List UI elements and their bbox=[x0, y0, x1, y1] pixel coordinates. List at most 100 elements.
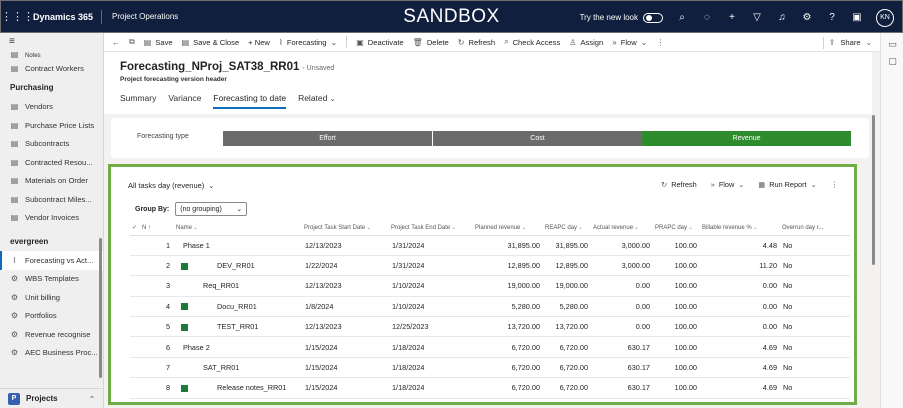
column-header-start[interactable]: Project Task Start Date⌄ bbox=[302, 221, 389, 236]
form-scrollbar[interactable] bbox=[872, 115, 875, 265]
sidebar-purchasing-item-6[interactable]: ▤ Vendor Invoices bbox=[0, 209, 103, 228]
task-name-cell[interactable]: Docu_RR01 bbox=[174, 296, 302, 318]
task-name-cell[interactable]: Req_RR01 bbox=[174, 275, 302, 297]
new-button[interactable]: + New bbox=[248, 38, 270, 47]
select-all-checkbox[interactable]: ✓ bbox=[130, 221, 140, 236]
row-checkbox[interactable] bbox=[130, 316, 140, 338]
row-checkbox[interactable] bbox=[130, 377, 140, 399]
refresh-button[interactable]: ↻ Refresh bbox=[458, 38, 495, 47]
save-close-button[interactable]: ▤ Save & Close bbox=[182, 38, 240, 47]
sidebar-top-item-0[interactable]: ▤ Notes bbox=[0, 51, 103, 59]
tab-forecasting-to-date[interactable]: Forecasting to date bbox=[213, 93, 287, 109]
open-new-window-button[interactable]: ⧉ bbox=[129, 37, 135, 47]
column-header-end[interactable]: Project Task End Date⌄ bbox=[389, 221, 473, 236]
area-switcher[interactable]: P Projects ⌃ bbox=[0, 388, 103, 408]
group-by-select[interactable]: (no grouping) ⌄ bbox=[175, 202, 248, 216]
tab-variance[interactable]: Variance bbox=[168, 93, 201, 109]
task-name-cell[interactable]: Phase 1 bbox=[174, 235, 302, 256]
try-new-look-toggle[interactable] bbox=[643, 12, 663, 23]
plus-icon[interactable]: + bbox=[726, 12, 738, 23]
sidebar-purchasing-item-1[interactable]: ▤ Purchase Price Lists bbox=[0, 116, 103, 135]
nav-scrollbar[interactable] bbox=[99, 238, 102, 378]
sidebar-evergreen-item-5[interactable]: ⚙ AEC Business Proc... bbox=[0, 344, 103, 363]
table-row[interactable]: 7 SAT_RR01 1/15/2024 1/18/2024 6,720.00 6,720… bbox=[130, 357, 850, 379]
column-header-reapc[interactable]: REAPC day⌄ bbox=[543, 221, 591, 236]
sidebar-top-item-1[interactable]: ▤ Contract Workers bbox=[0, 59, 103, 78]
table-header-row: ✓ N ↑ Name⌄ Project Task Start Date⌄ Pro… bbox=[130, 221, 850, 236]
flow-button[interactable]: » Flow ⌄ bbox=[612, 38, 647, 47]
sidebar-evergreen-item-0[interactable]: ⌇ Forecasting vs Act... bbox=[0, 251, 103, 270]
gear-icon[interactable]: ⚙ bbox=[801, 12, 813, 23]
forecasting-button[interactable]: ⌇ Forecasting ⌄ bbox=[279, 38, 337, 47]
grid-refresh-button[interactable]: ↻ Refresh bbox=[661, 180, 697, 189]
column-header-name[interactable]: Name⌄ bbox=[174, 221, 302, 236]
table-row[interactable]: 3 Req_RR01 12/13/2023 1/10/2024 19,000.00 19,… bbox=[130, 275, 850, 297]
forecasting-type-revenue[interactable]: Revenue bbox=[642, 131, 851, 146]
sidebar-purchasing-item-5[interactable]: ▤ Subcontract Miles... bbox=[0, 190, 103, 209]
share-button[interactable]: ⇪ Share ⌄ bbox=[822, 33, 872, 52]
task-name-cell[interactable]: Phase 2 bbox=[174, 336, 302, 358]
column-header-billable[interactable]: Billable revenue %⌄ bbox=[700, 221, 780, 236]
check-access-button[interactable]: ⌕ Check Access bbox=[504, 37, 560, 47]
row-checkbox[interactable] bbox=[130, 275, 140, 297]
app-name[interactable]: Project Operations bbox=[102, 12, 178, 21]
column-header-planned[interactable]: Planned revenue⌄ bbox=[473, 221, 543, 236]
nav-collapse-icon[interactable]: ≡ bbox=[0, 33, 103, 51]
task-name-cell[interactable]: DEV_RR01 bbox=[174, 255, 302, 277]
try-new-look[interactable]: Try the new look bbox=[580, 12, 663, 23]
row-checkbox[interactable] bbox=[130, 357, 140, 379]
more-commands-button[interactable]: ⋮ bbox=[656, 38, 664, 47]
tab-summary[interactable]: Summary bbox=[120, 93, 156, 109]
sidebar-evergreen-item-2[interactable]: ⚙ Unit billing bbox=[0, 288, 103, 307]
assign-button[interactable]: ♙ Assign bbox=[569, 38, 603, 47]
lightbulb-icon[interactable]: ◌ bbox=[701, 12, 713, 23]
save-button[interactable]: ▤ Save bbox=[144, 38, 173, 47]
table-row[interactable]: 6 Phase 2 1/15/2024 1/18/2024 6,720.00 6,720.… bbox=[130, 336, 850, 358]
bell-icon[interactable]: ♫ bbox=[776, 12, 788, 23]
task-name-cell[interactable]: Release notes_RR01 bbox=[174, 377, 302, 399]
column-header-rownum[interactable]: N ↑ bbox=[140, 221, 174, 236]
deactivate-button[interactable]: ▣ Deactivate bbox=[356, 38, 403, 47]
row-checkbox[interactable] bbox=[130, 296, 140, 318]
brand-name[interactable]: Dynamics 365 bbox=[27, 9, 103, 24]
task-name: Docu_RR01 bbox=[217, 301, 257, 311]
sidebar-purchasing-item-4[interactable]: ▤ Materials on Order bbox=[0, 172, 103, 191]
column-header-actual[interactable]: Actual revenue⌄ bbox=[591, 221, 653, 236]
delete-button[interactable]: 🗑 Delete bbox=[413, 38, 449, 47]
table-row[interactable]: 2 DEV_RR01 1/22/2024 1/31/2024 12,895.00 12,8… bbox=[130, 255, 850, 277]
copilot-panel-icon[interactable]: ▢ bbox=[881, 56, 903, 67]
sidebar-evergreen-item-4[interactable]: ⚙ Revenue recognise bbox=[0, 325, 103, 344]
search-icon[interactable]: ⌕ bbox=[676, 12, 688, 23]
table-row[interactable]: 1 Phase 1 12/13/2023 1/31/2024 31,895.00 31,8… bbox=[130, 235, 850, 256]
table-row[interactable]: 8 Release notes_RR01 1/15/2024 1/18/2024 6,7… bbox=[130, 377, 850, 399]
forecasting-type-effort[interactable]: Effort bbox=[223, 131, 432, 146]
sidebar-purchasing-item-3[interactable]: ▤ Contracted Resou... bbox=[0, 153, 103, 172]
view-selector[interactable]: All tasks day (revenue) ⌄ bbox=[128, 181, 214, 190]
filter-icon[interactable]: ▽ bbox=[751, 12, 763, 23]
avatar[interactable]: KN bbox=[876, 8, 894, 27]
table-row[interactable]: 4 Docu_RR01 1/8/2024 1/10/2024 5,280.00 5,280… bbox=[130, 296, 850, 318]
table-row[interactable]: 5 TEST_RR01 12/13/2023 12/25/2023 13,720.00 1… bbox=[130, 316, 850, 338]
tab-related[interactable]: Related ⌄ bbox=[298, 93, 336, 109]
row-checkbox[interactable] bbox=[130, 235, 140, 256]
grid-flow-button[interactable]: » Flow ⌄ bbox=[711, 180, 745, 189]
grid-more-button[interactable]: ⋮ bbox=[831, 180, 838, 189]
task-name-cell[interactable]: SAT_RR01 bbox=[174, 357, 302, 379]
column-header-prapc[interactable]: PRAPC day⌄ bbox=[653, 221, 700, 236]
column-header-overrun[interactable]: Overrun day r... bbox=[780, 221, 850, 236]
run-report-button[interactable]: ▦ Run Report ⌄ bbox=[758, 180, 816, 189]
sidebar-evergreen-item-3[interactable]: ⚙ Portfolios bbox=[0, 307, 103, 326]
row-checkbox[interactable] bbox=[130, 336, 140, 358]
forecasting-type-cost[interactable]: Cost bbox=[433, 131, 642, 146]
app-launcher-icon[interactable]: ⋮⋮⋮ bbox=[1, 10, 34, 23]
chat-icon[interactable]: ▭ bbox=[881, 39, 903, 50]
task-name-cell[interactable]: TEST_RR01 bbox=[174, 316, 302, 338]
row-checkbox[interactable] bbox=[130, 255, 140, 277]
help-icon[interactable]: ? bbox=[826, 12, 838, 23]
copilot-icon[interactable]: ▣ bbox=[851, 12, 863, 23]
sidebar-evergreen-item-1[interactable]: ⚙ WBS Templates bbox=[0, 270, 103, 289]
cell-overrun: No bbox=[780, 275, 850, 297]
sidebar-purchasing-item-0[interactable]: ▤ Vendors bbox=[0, 98, 103, 117]
sidebar-purchasing-item-2[interactable]: ▤ Subcontracts bbox=[0, 135, 103, 154]
back-button[interactable]: ← bbox=[112, 38, 120, 47]
